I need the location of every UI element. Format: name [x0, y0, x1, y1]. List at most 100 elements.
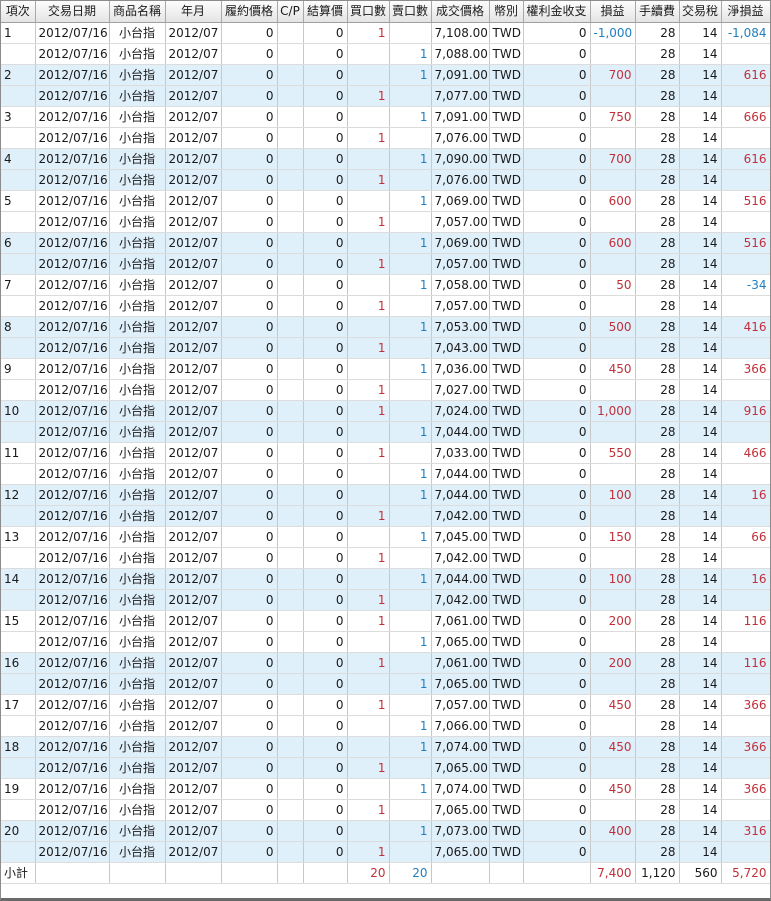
- header-settle-price[interactable]: 結算價: [303, 1, 348, 23]
- cell-trade-date: 2012/07/16: [35, 442, 110, 464]
- table-row[interactable]: 20 2012/07/16 小台指 2012/07 0 0 1 7,073.00 TWD 0 400…: [1, 820, 770, 842]
- table-row[interactable]: 2012/07/16 小台指 2012/07 0 0 1 7,065.00 TWD 0 28 14: [1, 799, 770, 821]
- cell-trade-price: 7,024.00: [431, 400, 490, 422]
- cell-profit-loss: 1,000: [590, 400, 636, 422]
- table-row[interactable]: 2012/07/16 小台指 2012/07 0 0 1 7,044.00 TWD 0 28 14: [1, 463, 770, 485]
- header-currency[interactable]: 幣別: [489, 1, 524, 23]
- cell-no: [1, 841, 36, 863]
- cell-tax: 14: [679, 232, 722, 254]
- header-net-pl[interactable]: 淨損益: [721, 1, 770, 23]
- table-row[interactable]: 9 2012/07/16 小台指 2012/07 0 0 1 7,036.00 TWD 0 450 2…: [1, 358, 770, 380]
- table-row[interactable]: 11 2012/07/16 小台指 2012/07 0 0 1 7,033.00 TWD 0 550…: [1, 442, 770, 464]
- cell-strike-price: 0: [221, 547, 278, 569]
- cell-no: [1, 757, 36, 779]
- cell-tax: 14: [679, 85, 722, 107]
- cell-currency: TWD: [489, 148, 524, 170]
- header-year-month[interactable]: 年月: [165, 1, 222, 23]
- cell-sell-qty: [389, 505, 432, 527]
- cell-buy-qty: 1: [347, 841, 390, 863]
- cell-net-pl: 16: [721, 568, 770, 590]
- header-trade-date[interactable]: 交易日期: [35, 1, 110, 23]
- table-row[interactable]: 2012/07/16 小台指 2012/07 0 0 1 7,027.00 TWD 0 28 14: [1, 379, 770, 401]
- header-fee[interactable]: 手續費: [635, 1, 680, 23]
- cell-buy-qty: 1: [347, 442, 390, 464]
- table-row[interactable]: 16 2012/07/16 小台指 2012/07 0 0 1 7,061.00 TWD 0 200…: [1, 652, 770, 674]
- table-row[interactable]: 2012/07/16 小台指 2012/07 0 0 1 7,057.00 TWD 0 28 14: [1, 295, 770, 317]
- table-row[interactable]: 3 2012/07/16 小台指 2012/07 0 0 1 7,091.00 TWD 0 750 2…: [1, 106, 770, 128]
- cell-profit-loss: 450: [590, 736, 636, 758]
- table-row[interactable]: 2012/07/16 小台指 2012/07 0 0 1 7,066.00 TWD 0 28 14: [1, 715, 770, 737]
- table-row[interactable]: 2012/07/16 小台指 2012/07 0 0 1 7,057.00 TWD 0 28 14: [1, 253, 770, 275]
- table-row[interactable]: 2012/07/16 小台指 2012/07 0 0 1 7,042.00 TWD 0 28 14: [1, 589, 770, 611]
- table-row[interactable]: 12 2012/07/16 小台指 2012/07 0 0 1 7,044.00 TWD 0 100…: [1, 484, 770, 506]
- table-row[interactable]: 10 2012/07/16 小台指 2012/07 0 0 1 7,024.00 TWD 0 1,0…: [1, 400, 770, 422]
- cell-premium: 0: [523, 463, 591, 485]
- cell-call-put: [277, 820, 304, 842]
- table-row[interactable]: 2 2012/07/16 小台指 2012/07 0 0 1 7,091.00 TWD 0 700 2…: [1, 64, 770, 86]
- cell-buy-qty: [347, 421, 390, 443]
- table-row[interactable]: 2012/07/16 小台指 2012/07 0 0 1 7,076.00 TWD 0 28 14: [1, 127, 770, 149]
- table-row[interactable]: 2012/07/16 小台指 2012/07 0 0 1 7,042.00 TWD 0 28 14: [1, 547, 770, 569]
- table-row[interactable]: 13 2012/07/16 小台指 2012/07 0 0 1 7,045.00 TWD 0 150…: [1, 526, 770, 548]
- table-row[interactable]: 14 2012/07/16 小台指 2012/07 0 0 1 7,044.00 TWD 0 100…: [1, 568, 770, 590]
- header-tax[interactable]: 交易稅: [679, 1, 722, 23]
- cell-profit-loss: 200: [590, 652, 636, 674]
- cell-no: [1, 169, 36, 191]
- header-buy-qty[interactable]: 買口數: [347, 1, 390, 23]
- cell-premium: 0: [523, 778, 591, 800]
- header-sell-qty[interactable]: 賣口數: [389, 1, 432, 23]
- cell-sell-qty: 1: [389, 316, 432, 338]
- table-row[interactable]: 8 2012/07/16 小台指 2012/07 0 0 1 7,053.00 TWD 0 500 2…: [1, 316, 770, 338]
- cell-buy-qty: [347, 736, 390, 758]
- cell-profit-loss: [590, 841, 636, 863]
- table-row[interactable]: 2012/07/16 小台指 2012/07 0 0 1 7,065.00 TWD 0 28 14: [1, 757, 770, 779]
- table-row[interactable]: 7 2012/07/16 小台指 2012/07 0 0 1 7,058.00 TWD 0 50 28…: [1, 274, 770, 296]
- header-profit-loss[interactable]: 損益: [590, 1, 636, 23]
- table-row[interactable]: 2012/07/16 小台指 2012/07 0 0 1 7,065.00 TWD 0 28 14: [1, 673, 770, 695]
- cell-tax: 14: [679, 589, 722, 611]
- cell-buy-qty: [347, 715, 390, 737]
- header-no[interactable]: 項次: [1, 1, 36, 23]
- cell-year-month: 2012/07: [165, 778, 222, 800]
- cell-trade-price: 7,044.00: [431, 484, 490, 506]
- cell-currency: TWD: [489, 85, 524, 107]
- cell-tax: 14: [679, 64, 722, 86]
- table-row[interactable]: 4 2012/07/16 小台指 2012/07 0 0 1 7,090.00 TWD 0 700 2…: [1, 148, 770, 170]
- table-row[interactable]: 5 2012/07/16 小台指 2012/07 0 0 1 7,069.00 TWD 0 600 2…: [1, 190, 770, 212]
- header-trade-price[interactable]: 成交價格: [431, 1, 490, 23]
- cell-buy-qty: 1: [347, 610, 390, 632]
- table-row[interactable]: 18 2012/07/16 小台指 2012/07 0 0 1 7,074.00 TWD 0 450…: [1, 736, 770, 758]
- table-row[interactable]: 2012/07/16 小台指 2012/07 0 0 1 7,057.00 TWD 0 28 14: [1, 211, 770, 233]
- header-call-put[interactable]: C/P: [277, 1, 304, 23]
- table-row[interactable]: 1 2012/07/16 小台指 2012/07 0 0 1 7,108.00 TWD 0 -1,0…: [1, 22, 770, 44]
- header-premium[interactable]: 權利金收支: [523, 1, 591, 23]
- table-row[interactable]: 2012/07/16 小台指 2012/07 0 0 1 7,043.00 TWD 0 28 14: [1, 337, 770, 359]
- cell-tax: 14: [679, 715, 722, 737]
- table-row[interactable]: 2012/07/16 小台指 2012/07 0 0 1 7,044.00 TWD 0 28 14: [1, 421, 770, 443]
- cell-call-put: [277, 673, 304, 695]
- table-row[interactable]: 2012/07/16 小台指 2012/07 0 0 1 7,065.00 TWD 0 28 14: [1, 841, 770, 863]
- cell-settle-price: 0: [303, 778, 348, 800]
- table-row[interactable]: 2012/07/16 小台指 2012/07 0 0 1 7,042.00 TWD 0 28 14: [1, 505, 770, 527]
- table-row[interactable]: 2012/07/16 小台指 2012/07 0 0 1 7,065.00 TWD 0 28 14: [1, 631, 770, 653]
- table-row[interactable]: 19 2012/07/16 小台指 2012/07 0 0 1 7,074.00 TWD 0 450…: [1, 778, 770, 800]
- cell-trade-date: 2012/07/16: [35, 379, 110, 401]
- cell-no: 12: [1, 484, 36, 506]
- header-strike-price[interactable]: 履約價格: [221, 1, 278, 23]
- cell-strike-price: 0: [221, 337, 278, 359]
- subtotal-tax: 560: [679, 861, 722, 884]
- table-row[interactable]: 15 2012/07/16 小台指 2012/07 0 0 1 7,061.00 TWD 0 200…: [1, 610, 770, 632]
- cell-premium: 0: [523, 211, 591, 233]
- table-row[interactable]: 17 2012/07/16 小台指 2012/07 0 0 1 7,057.00 TWD 0 450…: [1, 694, 770, 716]
- table-row[interactable]: 2012/07/16 小台指 2012/07 0 0 1 7,088.00 TWD 0 28 14: [1, 43, 770, 65]
- cell-call-put: [277, 610, 304, 632]
- cell-sell-qty: 1: [389, 526, 432, 548]
- cell-no: [1, 85, 36, 107]
- table-row[interactable]: 2012/07/16 小台指 2012/07 0 0 1 7,076.00 TWD 0 28 14: [1, 169, 770, 191]
- header-product-name[interactable]: 商品名稱: [109, 1, 166, 23]
- table-row[interactable]: 2012/07/16 小台指 2012/07 0 0 1 7,077.00 TWD 0 28 14: [1, 85, 770, 107]
- cell-fee: 28: [635, 169, 680, 191]
- cell-no: 2: [1, 64, 36, 86]
- cell-currency: TWD: [489, 22, 524, 44]
- table-row[interactable]: 6 2012/07/16 小台指 2012/07 0 0 1 7,069.00 TWD 0 600 2…: [1, 232, 770, 254]
